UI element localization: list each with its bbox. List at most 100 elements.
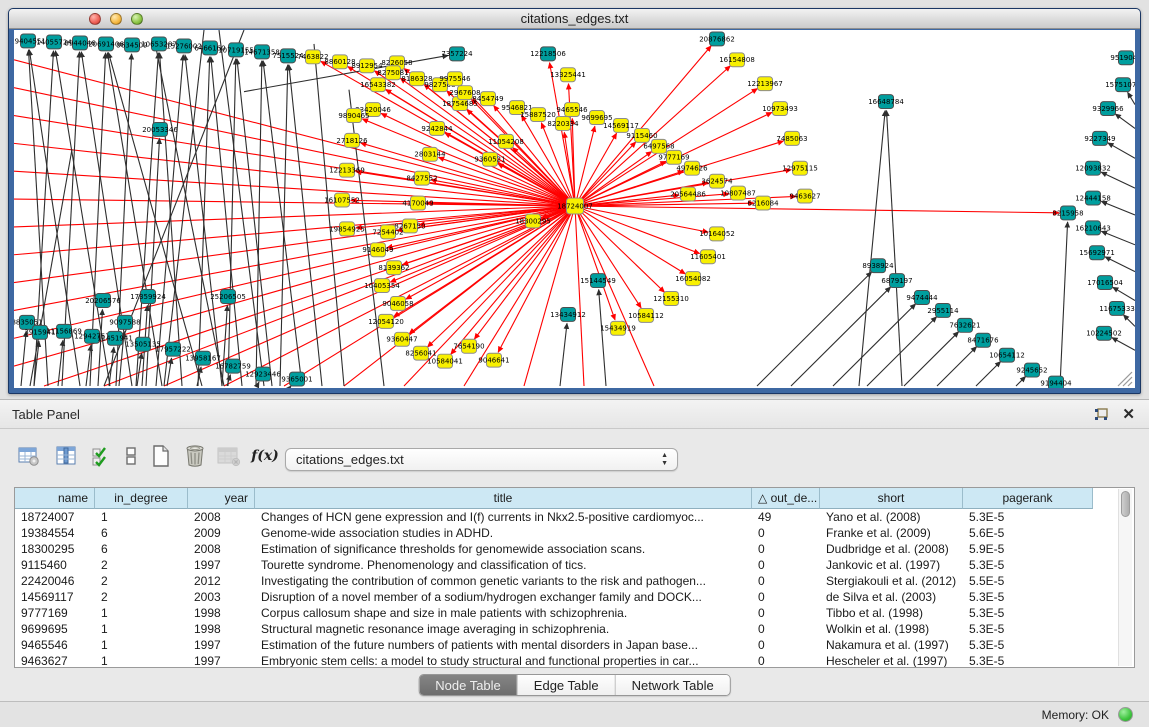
row-height-button[interactable] bbox=[118, 443, 144, 469]
graph-node[interactable]: 13325441 bbox=[550, 68, 586, 82]
graph-node[interactable]: 12093832 bbox=[1075, 161, 1111, 175]
show-columns-button[interactable] bbox=[53, 443, 79, 469]
delete-table-button[interactable] bbox=[216, 443, 242, 469]
graph-node-label: 12444158 bbox=[1075, 194, 1111, 202]
table-source-dropdown[interactable]: citations_edges.txt ▲▼ bbox=[285, 448, 678, 471]
graph-node[interactable]: 4170049 bbox=[402, 196, 433, 210]
graph-node[interactable]: 9227349 bbox=[1084, 131, 1115, 145]
graph-node[interactable]: 15692971 bbox=[1079, 246, 1115, 260]
graph-node[interactable]: 9463627 bbox=[789, 189, 820, 203]
table-row[interactable]: 946362711997Embryonic stem cells: a mode… bbox=[15, 653, 1116, 667]
network-canvas[interactable]: 7463822886012889129548226058827508116543… bbox=[14, 30, 1135, 388]
window-titlebar[interactable]: citations_edges.txt bbox=[9, 9, 1140, 29]
new-document-button[interactable] bbox=[148, 443, 174, 469]
graph-node[interactable]: 9194404 bbox=[1040, 376, 1072, 388]
column-header-name[interactable]: name bbox=[15, 488, 95, 509]
table-scrollbar[interactable] bbox=[1118, 489, 1132, 666]
graph-node-label: 8471676 bbox=[967, 337, 998, 345]
graph-node[interactable]: 16154808 bbox=[719, 53, 755, 67]
tab-edge-table[interactable]: Edge Table bbox=[518, 675, 616, 695]
column-header-pagerank[interactable]: pagerank bbox=[963, 488, 1093, 509]
table-cell: 6 bbox=[95, 541, 188, 557]
graph-node[interactable]: 8471676 bbox=[967, 333, 998, 347]
graph-node[interactable]: 12155310 bbox=[653, 292, 689, 306]
graph-node[interactable]: 9329966 bbox=[1092, 102, 1123, 116]
graph-node[interactable]: 10973493 bbox=[762, 102, 798, 116]
table-row[interactable]: 969969511998Structural magnetic resonanc… bbox=[15, 621, 1116, 637]
graph-node-label: 16054082 bbox=[675, 275, 711, 283]
graph-node-label: 7654190 bbox=[453, 343, 484, 351]
table-row[interactable]: 2242004622012Investigating the contribut… bbox=[15, 573, 1116, 589]
table-cell: Embryonic stem cells: a model to study s… bbox=[255, 653, 752, 667]
select-rows-button[interactable] bbox=[88, 443, 114, 469]
graph-node-label: 20876862 bbox=[699, 35, 735, 43]
graph-node[interactable]: 17016504 bbox=[1087, 276, 1123, 290]
graph-node[interactable]: 2803144 bbox=[414, 147, 446, 161]
graph-node[interactable]: 12213967 bbox=[747, 77, 783, 91]
function-builder-button[interactable]: f(x) bbox=[248, 443, 282, 469]
graph-node[interactable]: 15751074 bbox=[1105, 78, 1135, 92]
graph-node[interactable]: 9365001 bbox=[281, 372, 312, 386]
graph-node[interactable]: 9360447 bbox=[386, 332, 417, 346]
table-cell: 1998 bbox=[188, 605, 255, 621]
graph-node[interactable]: 10584112 bbox=[628, 308, 664, 322]
graph-node[interactable]: 9474444 bbox=[906, 291, 938, 305]
graph-node[interactable]: 2955114 bbox=[927, 303, 959, 317]
graph-node[interactable]: 11675333 bbox=[1099, 301, 1135, 315]
graph-node-label: 8215958 bbox=[1052, 209, 1083, 217]
table-cell: 5.3E-5 bbox=[963, 621, 1093, 637]
graph-node[interactable]: 9245652 bbox=[1016, 363, 1047, 377]
graph-node[interactable]: 6879197 bbox=[881, 274, 912, 288]
table-row[interactable]: 1456911722003Disruption of a novel membe… bbox=[15, 589, 1116, 605]
graph-node[interactable]: 20053346 bbox=[142, 122, 178, 136]
graph-node[interactable]: 12975115 bbox=[782, 161, 818, 175]
column-header-out_de[interactable]: △ out_de... bbox=[752, 488, 820, 509]
column-header-year[interactable]: year bbox=[188, 488, 255, 509]
tab-network-table[interactable]: Network Table bbox=[616, 675, 730, 695]
graph-node[interactable]: 16648784 bbox=[868, 95, 904, 109]
table-row[interactable]: 1938455462009Genome-wide association stu… bbox=[15, 525, 1116, 541]
graph-node[interactable]: 7632621 bbox=[949, 318, 980, 332]
graph-node[interactable]: 7654190 bbox=[453, 339, 484, 353]
close-panel-icon[interactable]: ✕ bbox=[1122, 405, 1135, 423]
graph-node[interactable]: 9097588 bbox=[109, 315, 140, 329]
table-row[interactable]: 977716911998Corpus callosum shape and si… bbox=[15, 605, 1116, 621]
table-row[interactable]: 1830029562008Estimation of significance … bbox=[15, 541, 1116, 557]
column-header-short[interactable]: short bbox=[820, 488, 963, 509]
citation-graph[interactable]: 7463822886012889129548226058827508116543… bbox=[14, 30, 1135, 388]
graph-node[interactable]: 16054082 bbox=[675, 272, 711, 286]
table-body: 1872400712008Changes of HCN gene express… bbox=[15, 509, 1116, 667]
graph-node[interactable]: 10164052 bbox=[699, 227, 735, 241]
graph-node[interactable]: 12054120 bbox=[368, 314, 404, 328]
graph-node[interactable]: 10654112 bbox=[989, 348, 1025, 362]
graph-node[interactable]: 20206576 bbox=[85, 294, 121, 308]
graph-node[interactable]: 7485063 bbox=[776, 131, 807, 145]
window-title: citations_edges.txt bbox=[9, 11, 1140, 26]
memory-status-indicator[interactable] bbox=[1118, 707, 1133, 722]
graph-node[interactable]: 17359924 bbox=[130, 290, 166, 304]
graph-node[interactable]: 7357224 bbox=[441, 47, 473, 61]
graph-node[interactable]: 8938924 bbox=[862, 259, 894, 273]
graph-node[interactable]: 3624574 bbox=[701, 174, 733, 188]
column-header-in_degree[interactable]: in_degree bbox=[95, 488, 188, 509]
graph-node[interactable]: 10224502 bbox=[1086, 326, 1122, 340]
graph-node[interactable]: 20876862 bbox=[699, 32, 735, 46]
delete-button[interactable] bbox=[182, 443, 208, 469]
graph-node[interactable]: 8139362 bbox=[378, 261, 409, 275]
table-scrollbar-thumb[interactable] bbox=[1121, 491, 1130, 517]
table-row[interactable]: 1872400712008Changes of HCN gene express… bbox=[15, 509, 1116, 525]
graph-node[interactable]: 12218506 bbox=[530, 47, 566, 61]
graph-node[interactable]: 8215958 bbox=[1052, 206, 1083, 220]
graph-node[interactable]: 16107552 bbox=[324, 193, 360, 207]
tab-node-table[interactable]: Node Table bbox=[419, 675, 518, 695]
graph-node-label: 8427552 bbox=[406, 175, 437, 183]
table-settings-button[interactable] bbox=[16, 443, 42, 469]
float-window-icon[interactable] bbox=[1093, 407, 1109, 423]
graph-node[interactable]: 9519041 bbox=[1110, 51, 1135, 65]
graph-node[interactable]: 19854925 bbox=[329, 222, 365, 236]
column-header-title[interactable]: title bbox=[255, 488, 752, 509]
graph-node-label: 2718126 bbox=[336, 137, 367, 145]
table-row[interactable]: 946554611997Estimation of the future num… bbox=[15, 637, 1116, 653]
graph-node-label: 10584041 bbox=[427, 358, 463, 366]
table-row[interactable]: 911546021997Tourette syndrome. Phenomeno… bbox=[15, 557, 1116, 573]
